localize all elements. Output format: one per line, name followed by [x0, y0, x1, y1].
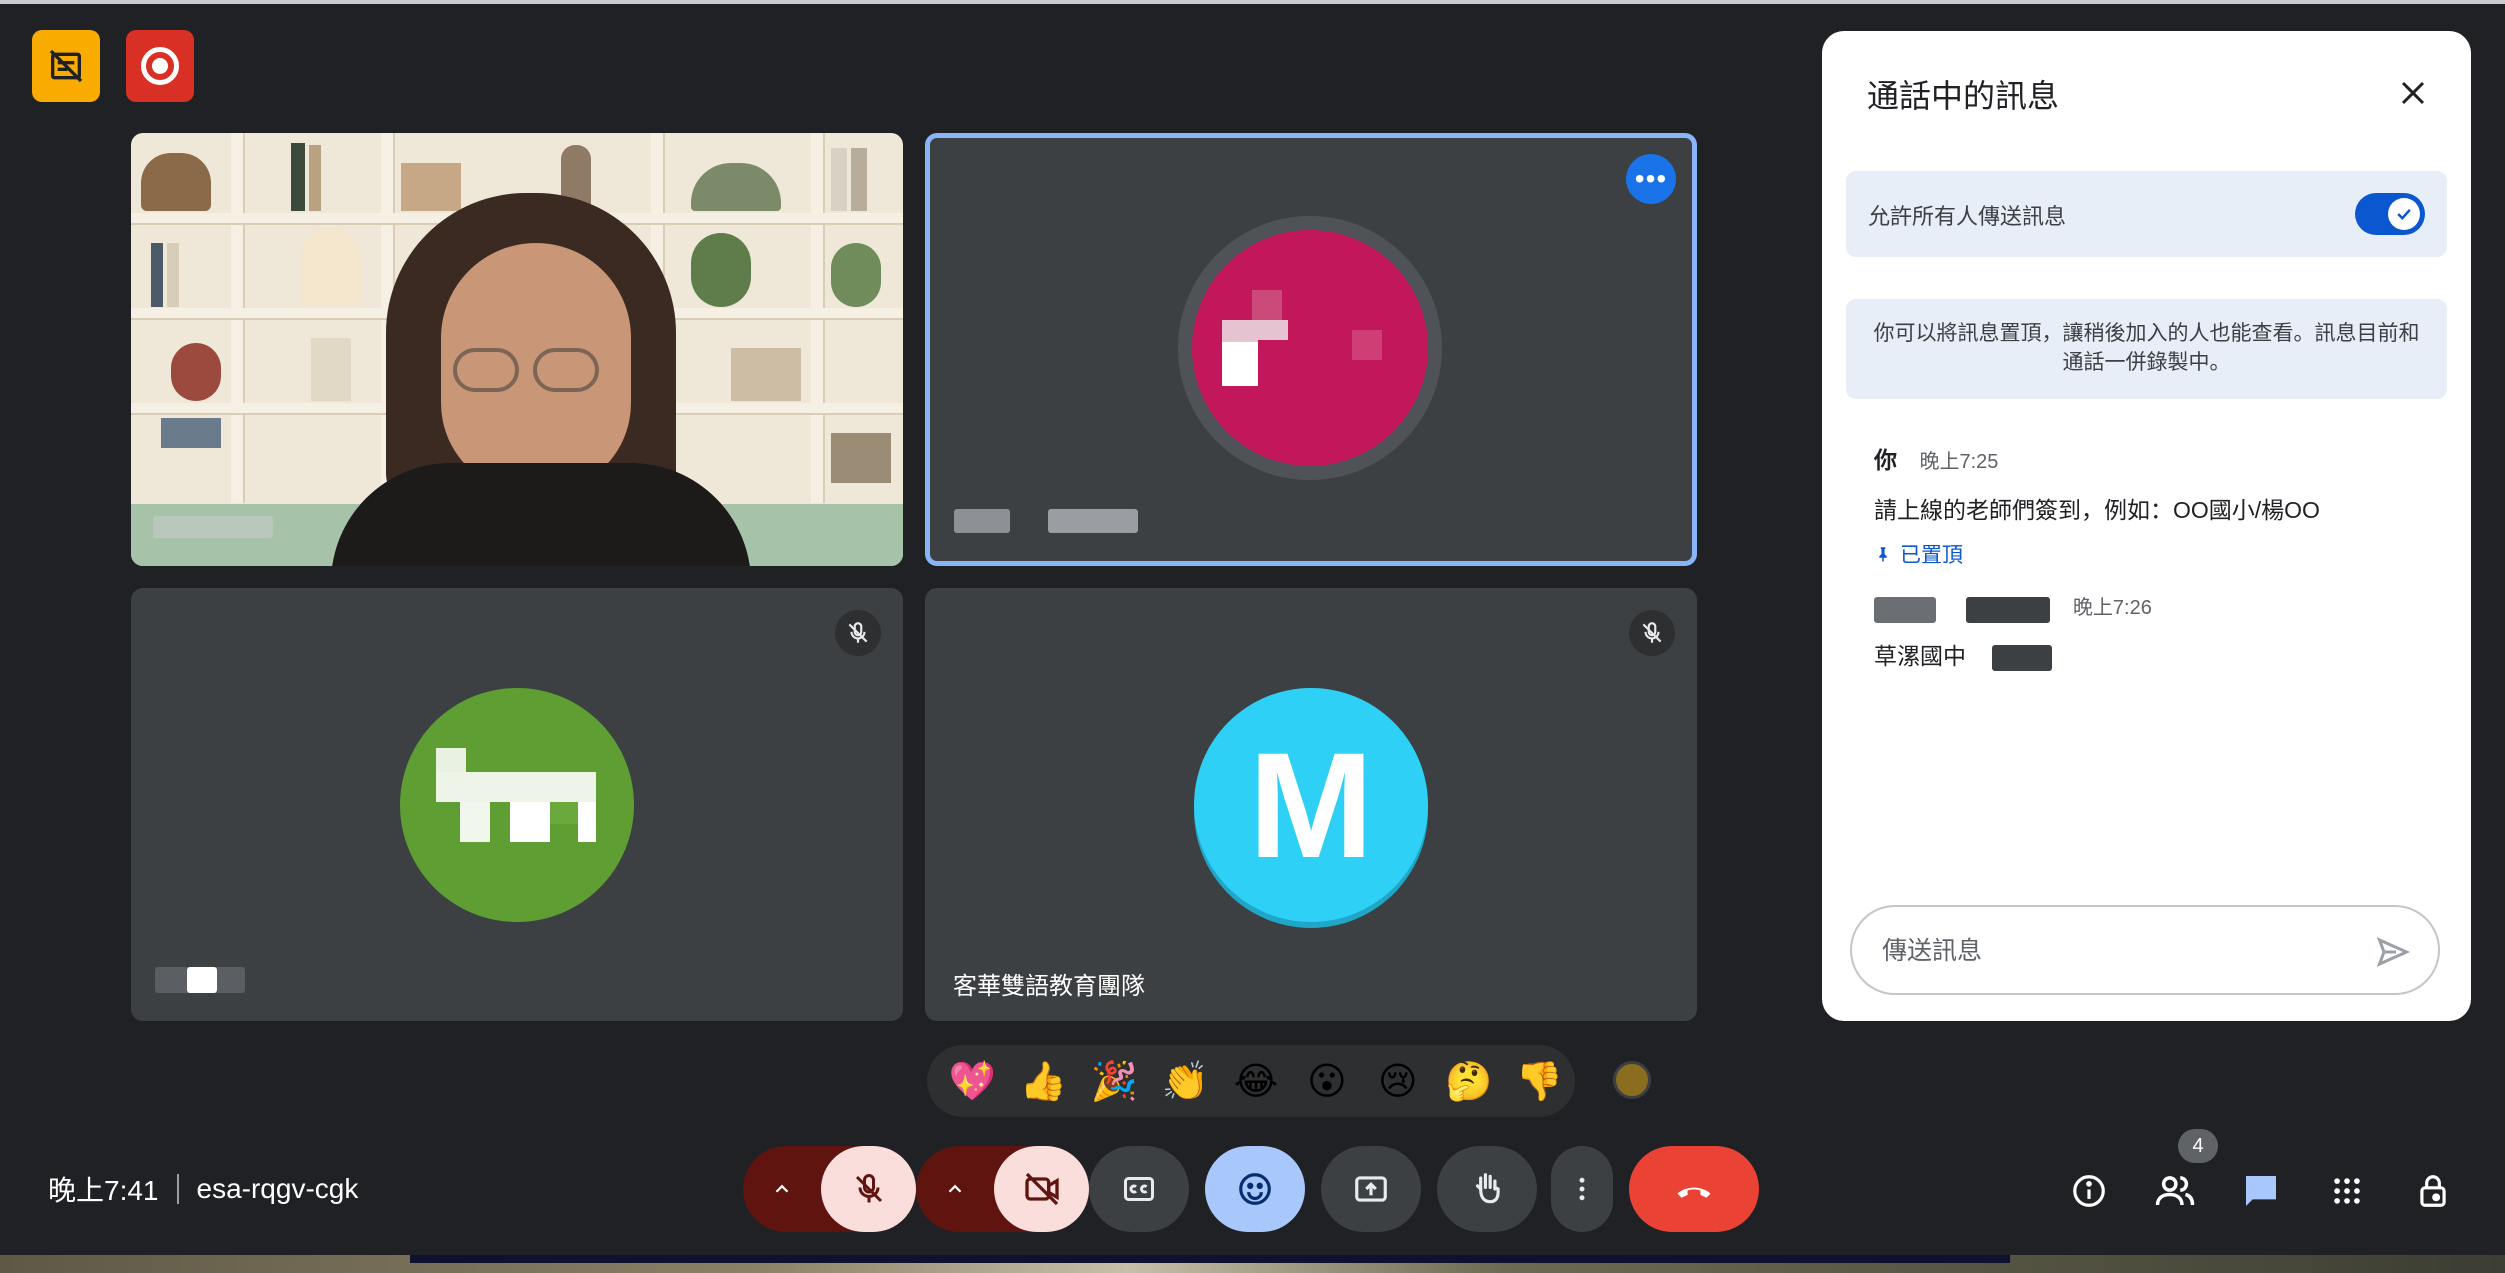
participant-name-redacted	[954, 509, 1010, 533]
participant-avatar-m: M	[1194, 688, 1428, 922]
reaction-party[interactable]: 🎉	[1079, 1045, 1150, 1117]
message-text: 請上線的老師們簽到，例如：OO國小/楊OO	[1874, 497, 2320, 523]
pin-info-notice: 你可以將訊息置頂，讓稍後加入的人也能查看。訊息目前和通話一併錄製中。	[1846, 299, 2447, 399]
chat-message: 你 晚上7:25 請上線的老師們簽到，例如：OO國小/楊OO 已置頂	[1874, 441, 2320, 569]
host-controls-button[interactable]	[2410, 1168, 2456, 1214]
reaction-thumbs-down[interactable]: 👎	[1504, 1045, 1575, 1117]
more-vert-icon	[1579, 1177, 1585, 1201]
camera-toggle-button[interactable]	[994, 1146, 1089, 1232]
participant-tile-green[interactable]	[131, 588, 903, 1021]
mic-toggle-button[interactable]	[821, 1146, 916, 1232]
pinned-label: 已置頂	[1900, 544, 1963, 567]
participant-count-badge: 4	[2178, 1129, 2218, 1163]
participant-name-redacted	[153, 516, 273, 538]
message-sender-redacted	[1966, 596, 2051, 623]
chat-button[interactable]	[2238, 1168, 2284, 1214]
leave-call-button[interactable]	[1629, 1146, 1759, 1232]
allow-messages-row: 允許所有人傳送訊息	[1846, 171, 2447, 257]
recording-indicator[interactable]	[126, 30, 194, 102]
chat-icon	[2246, 1176, 2276, 1206]
camera-off-icon	[1024, 1172, 1059, 1206]
closed-captions-icon	[1124, 1177, 1154, 1201]
reaction-bar: 💖 👍 🎉 👏 😂 😮 😢 🤔 👎	[927, 1045, 1575, 1117]
pinned-indicator[interactable]: 已置頂	[1874, 539, 2320, 569]
participant-avatar-pink	[1192, 230, 1428, 466]
audio-settings-button[interactable]	[743, 1146, 821, 1232]
message-time: 晚上7:26	[2072, 597, 2152, 619]
close-icon	[2401, 81, 2425, 105]
desktop-background-strip	[0, 1255, 2505, 1273]
reaction-sad[interactable]: 😢	[1362, 1045, 1433, 1117]
lock-person-icon	[2420, 1175, 2446, 1207]
check-icon	[2388, 198, 2420, 230]
participant-name-redacted	[1048, 509, 1138, 533]
send-button[interactable]	[2370, 929, 2416, 975]
close-panel-button[interactable]	[2391, 71, 2435, 115]
people-icon	[2155, 1176, 2195, 1206]
present-icon	[1355, 1176, 1387, 1202]
message-composer	[1850, 905, 2440, 995]
allow-messages-toggle[interactable]	[2355, 193, 2425, 235]
participant-tile-m[interactable]: M 客華雙語教育團隊	[925, 588, 1697, 1021]
video-settings-button[interactable]	[916, 1146, 994, 1232]
meeting-info: 晚上7:41 esa-rqgv-cgk	[48, 1169, 358, 1209]
message-time: 晚上7:25	[1919, 451, 1999, 473]
send-icon	[2376, 937, 2411, 967]
meeting-details-button[interactable]	[2066, 1168, 2112, 1214]
reaction-clap[interactable]: 👏	[1150, 1045, 1221, 1117]
people-button[interactable]	[2152, 1168, 2198, 1214]
message-text-redacted	[1992, 644, 2053, 671]
reaction-surprised[interactable]: 😮	[1291, 1045, 1362, 1117]
more-options-button[interactable]: •••	[1626, 154, 1676, 204]
current-time: 晚上7:41	[48, 1175, 159, 1206]
call-end-icon	[1677, 1187, 1711, 1198]
pin-icon	[1879, 547, 1887, 562]
mic-control-group	[743, 1146, 916, 1232]
chat-panel: 通話中的訊息 允許所有人傳送訊息 你可以將訊息置頂，讓稍後加入的人也能查看。訊息…	[1822, 31, 2471, 1021]
participant-tile-pink[interactable]: •••	[925, 133, 1697, 566]
participant-name-redacted	[187, 967, 217, 993]
chat-message: 晚上7:26 草漯國中	[1874, 591, 2152, 671]
muted-mic-icon	[1629, 610, 1675, 656]
emoji-icon	[1239, 1173, 1271, 1205]
reaction-thinking[interactable]: 🤔	[1433, 1045, 1504, 1117]
present-screen-button[interactable]	[1321, 1146, 1421, 1232]
message-sender-redacted	[1874, 596, 1936, 623]
raise-hand-button[interactable]	[1437, 1146, 1537, 1232]
participant-avatar-green	[400, 688, 634, 922]
notes-off-indicator[interactable]	[32, 30, 100, 102]
message-text: 草漯國中	[1874, 642, 1966, 669]
panel-title: 通話中的訊息	[1867, 78, 2060, 114]
reaction-thumbs-up[interactable]: 👍	[1008, 1045, 1079, 1117]
meeting-code: esa-rqgv-cgk	[196, 1173, 359, 1204]
allow-messages-label: 允許所有人傳送訊息	[1868, 204, 2067, 229]
record-icon	[141, 47, 179, 85]
divider	[176, 1174, 179, 1204]
chevron-up-icon	[775, 1184, 789, 1193]
mic-off-icon	[855, 1174, 882, 1203]
hand-icon	[1475, 1173, 1500, 1204]
chevron-up-icon	[948, 1184, 962, 1193]
activities-button[interactable]	[2324, 1168, 2370, 1214]
reaction-sparkling-heart[interactable]: 💖	[937, 1045, 1008, 1117]
message-sender: 你	[1874, 447, 1897, 473]
meet-window: ••• M 客華雙語教育團隊 💖 👍 🎉 👏 😂 😮 😢 🤔 👎 晚上7:41 …	[0, 0, 2505, 1273]
reactions-button[interactable]	[1205, 1146, 1305, 1232]
apps-grid-icon	[2334, 1178, 2360, 1204]
info-icon	[2073, 1175, 2105, 1207]
reaction-laugh[interactable]: 😂	[1221, 1045, 1292, 1117]
message-input[interactable]	[1882, 931, 2342, 971]
participant-name: 客華雙語教育團隊	[953, 973, 1145, 1000]
captions-button[interactable]	[1089, 1146, 1189, 1232]
more-options-button[interactable]	[1551, 1146, 1613, 1232]
camera-control-group	[916, 1146, 1089, 1232]
participant-video-feed	[131, 133, 903, 566]
window-top-edge	[0, 0, 2505, 4]
muted-mic-icon	[835, 610, 881, 656]
participant-tile-video[interactable]	[131, 133, 903, 566]
skin-tone-picker[interactable]	[1613, 1061, 1651, 1099]
notes-off-icon	[49, 49, 83, 83]
